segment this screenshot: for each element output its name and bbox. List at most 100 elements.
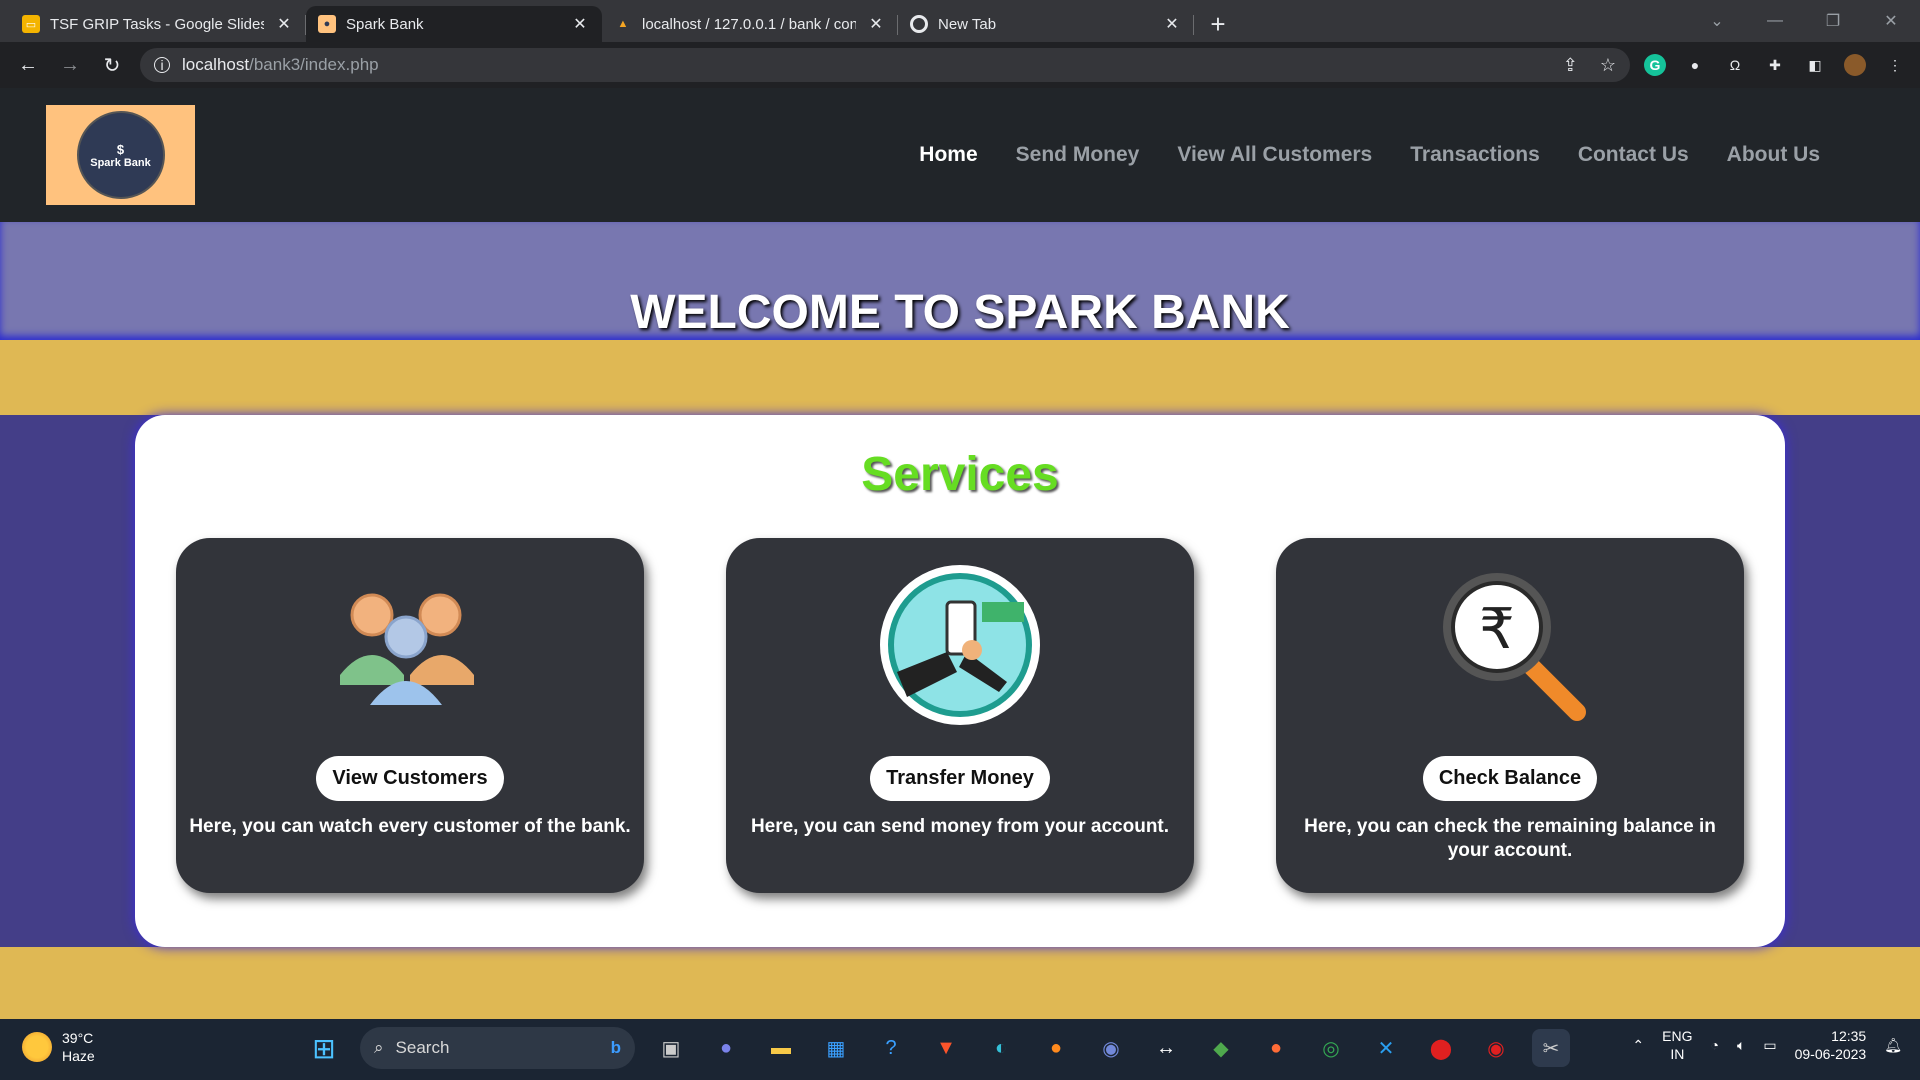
haze-weather-icon (22, 1032, 52, 1062)
edge-icon[interactable]: ◐ (982, 1029, 1020, 1067)
bing-icon: b (610, 1038, 621, 1057)
discord-icon[interactable]: ◉ (1092, 1029, 1130, 1067)
mongodb-icon[interactable]: ◆ (1202, 1029, 1240, 1067)
phpmyadmin-icon: ▲ (617, 18, 629, 30)
close-tab-icon[interactable]: ✕ (1162, 14, 1182, 34)
extensions-area: G ● Ω ✚ ◧ ⋮ (1644, 54, 1906, 76)
logo-text: Spark Bank (90, 156, 151, 169)
sidepanel-icon[interactable]: ◧ (1804, 54, 1826, 76)
wifi-icon[interactable]: ◔ (1710, 1037, 1718, 1053)
teamviewer-icon[interactable]: ↔ (1147, 1029, 1185, 1067)
tab-title: Spark Bank (346, 15, 424, 33)
recorder-icon[interactable]: ⬤ (1422, 1029, 1460, 1067)
close-window-icon[interactable]: ✕ (1862, 11, 1920, 31)
tab-separator (1193, 15, 1194, 35)
teams-chat-icon[interactable]: ● (707, 1029, 745, 1067)
search-icon: ⌕ (374, 1038, 384, 1057)
postman-icon[interactable]: ● (1257, 1029, 1295, 1067)
customers-icon (327, 562, 493, 728)
service-card-transfer-money: Transfer Money Here, you can send money … (726, 538, 1194, 893)
hero-banner: WELCOME TO SPARK BANK (0, 222, 1920, 340)
tab-phpmyadmin[interactable]: ▲ localhost / 127.0.0.1 / bank / con ✕ (602, 6, 898, 42)
tab-search-icon[interactable]: ⌄ (1688, 11, 1746, 31)
clock[interactable]: 12:35 09-06-2023 (1795, 1027, 1867, 1063)
help-icon[interactable]: ? (872, 1029, 910, 1067)
close-tab-icon[interactable]: ✕ (570, 14, 590, 34)
lang-region: IN (1670, 1046, 1685, 1062)
language-indicator[interactable]: ENG IN (1662, 1027, 1692, 1063)
snipping-tool-icon[interactable]: ✂ (1532, 1029, 1570, 1067)
extension-icon[interactable]: ● (1684, 54, 1706, 76)
windows-start-icon[interactable]: ⊞ (305, 1029, 343, 1067)
lang-primary: ENG (1662, 1028, 1693, 1044)
tab-title: TSF GRIP Tasks - Google Slides (50, 15, 264, 33)
address-bar[interactable]: i localhost/bank3/index.php ⇪ ☆ (140, 48, 1630, 82)
card-description: Here, you can check the remaining balanc… (1304, 816, 1716, 861)
bookmark-star-icon[interactable]: ☆ (1600, 55, 1616, 76)
taskbar-search[interactable]: ⌕ Search b (360, 1027, 635, 1069)
time: 12:35 (1831, 1028, 1867, 1044)
service-cards: View Customers Here, you can watch every… (176, 538, 1744, 893)
restore-icon[interactable]: ❐ (1804, 11, 1862, 31)
omega-icon[interactable]: Ω (1724, 54, 1746, 76)
chrome-taskbar-icon[interactable]: ◎ (1312, 1029, 1350, 1067)
service-card-check-balance: ₹ Check Balance Here, you can check the … (1276, 538, 1744, 893)
services-section: Services View Customers Here, you can wa… (0, 415, 1920, 947)
new-tab-button[interactable]: + (1200, 6, 1236, 42)
services-title: Services (861, 448, 1059, 501)
site-info-icon[interactable]: i (154, 57, 170, 73)
share-icon[interactable]: ⇪ (1563, 55, 1578, 76)
reload-icon[interactable]: ↻ (98, 53, 126, 78)
vscode-icon[interactable]: ✕ (1367, 1029, 1405, 1067)
tab-new-tab[interactable]: New Tab ✕ (898, 6, 1194, 42)
close-tab-icon[interactable]: ✕ (274, 14, 294, 34)
site-favicon: ● (318, 15, 336, 33)
store-icon[interactable]: ▦ (817, 1029, 855, 1067)
mobile-payment-icon (877, 562, 1043, 728)
profile-avatar[interactable] (1844, 54, 1866, 76)
chrome-icon (910, 15, 928, 33)
nav-transactions[interactable]: Transactions (1410, 143, 1540, 167)
nav-view-all-customers[interactable]: View All Customers (1177, 143, 1372, 167)
grammarly-icon[interactable]: G (1644, 54, 1666, 76)
nav-about-us[interactable]: About Us (1727, 143, 1820, 167)
forward-icon[interactable]: → (56, 54, 84, 77)
brave-icon[interactable]: ▼ (927, 1029, 965, 1067)
back-icon[interactable]: ← (14, 54, 42, 77)
nav-contact-us[interactable]: Contact Us (1578, 143, 1689, 167)
main-nav: Home Send Money View All Customers Trans… (919, 88, 1820, 222)
check-balance-button[interactable]: Check Balance (1422, 756, 1598, 801)
tab-google-slides[interactable]: ▭ TSF GRIP Tasks - Google Slides ✕ (10, 6, 306, 42)
view-customers-button[interactable]: View Customers (316, 756, 504, 801)
close-tab-icon[interactable]: ✕ (866, 14, 886, 34)
weather-temp: 39°C (62, 1030, 94, 1046)
taskbar: 39°C Haze ⊞ ⌕ Search b ▣ ● ▬ ▦ ? ▼ ◐ ● ◉… (0, 1019, 1920, 1080)
volume-icon[interactable]: 🔈︎ (1737, 1037, 1745, 1054)
firefox-icon[interactable]: ● (1037, 1029, 1075, 1067)
minimize-icon[interactable]: — (1746, 12, 1804, 30)
nav-send-money[interactable]: Send Money (1016, 143, 1140, 167)
yellow-band-bottom (0, 947, 1920, 1019)
site-logo[interactable]: $ Spark Bank (46, 105, 195, 205)
obs-icon[interactable]: ◉ (1477, 1029, 1515, 1067)
service-card-view-customers: View Customers Here, you can watch every… (176, 538, 644, 893)
notification-icon[interactable]: 🔔︎ (1884, 1037, 1902, 1054)
menu-icon[interactable]: ⋮ (1884, 54, 1906, 76)
battery-icon[interactable]: ▭ (1763, 1037, 1776, 1054)
yellow-band (0, 340, 1920, 415)
task-view-icon[interactable]: ▣ (652, 1029, 690, 1067)
file-explorer-icon[interactable]: ▬ (762, 1029, 800, 1067)
window-controls: ⌄ — ❐ ✕ (1688, 0, 1920, 42)
weather-widget[interactable]: 39°C Haze (22, 1029, 95, 1065)
chevron-up-icon[interactable]: ⌃ (1632, 1037, 1644, 1054)
tab-spark-bank[interactable]: ● Spark Bank ✕ (306, 6, 602, 42)
nav-home[interactable]: Home (919, 143, 977, 167)
logo-symbol: $ (116, 141, 125, 157)
transfer-money-button[interactable]: Transfer Money (870, 756, 1050, 801)
taskbar-apps: ⊞ ⌕ Search b ▣ ● ▬ ▦ ? ▼ ◐ ● ◉ ↔ ◆ ● ◎ ✕… (305, 1027, 1570, 1069)
address-toolbar: ← → ↻ i localhost/bank3/index.php ⇪ ☆ G … (0, 42, 1920, 88)
services-panel: Services View Customers Here, you can wa… (135, 415, 1785, 947)
hero-title: WELCOME TO SPARK BANK (630, 286, 1290, 339)
puzzle-icon[interactable]: ✚ (1764, 54, 1786, 76)
url-path: /bank3/index.php (249, 55, 379, 74)
